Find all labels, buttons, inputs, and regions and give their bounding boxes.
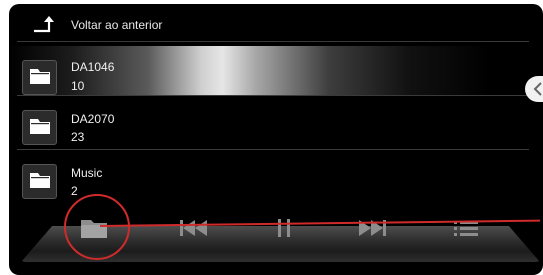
previous-track-icon [180, 220, 207, 236]
folder-icon [22, 164, 57, 199]
annotation-highlight-circle [64, 194, 130, 260]
folder-count: 23 [71, 130, 85, 144]
divider [17, 95, 529, 96]
folder-name: DA1046 [71, 60, 115, 74]
folder-name: DA2070 [71, 112, 115, 126]
chevron-left-icon [533, 82, 542, 96]
previous-track-button[interactable] [176, 216, 212, 242]
next-track-icon [359, 220, 386, 236]
folder-icon [22, 110, 57, 145]
list-item[interactable]: DA2070 23 [9, 100, 543, 150]
folder-count: 10 [71, 79, 85, 93]
divider [17, 149, 529, 150]
folder-count: 2 [71, 184, 78, 198]
return-arrow-icon [31, 16, 57, 34]
back-row[interactable]: Voltar ao anterior [9, 4, 543, 42]
folder-name: Music [71, 166, 103, 180]
list-item[interactable]: DA1046 10 [9, 46, 543, 96]
next-track-button[interactable] [354, 216, 390, 242]
divider [17, 41, 529, 42]
pause-button[interactable] [266, 216, 302, 242]
folder-icon [22, 60, 57, 95]
pause-icon [278, 219, 290, 237]
back-label: Voltar ao anterior [71, 18, 163, 32]
